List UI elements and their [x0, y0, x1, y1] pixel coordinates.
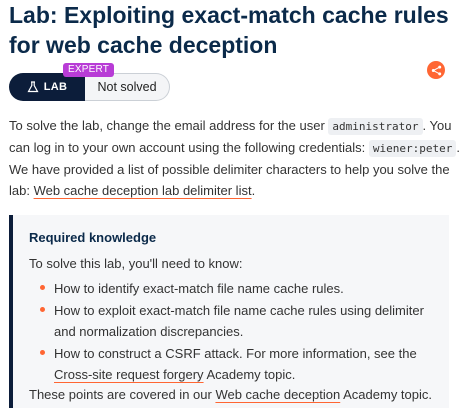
description-text: To solve the lab, change the email addre… — [9, 118, 329, 133]
list-item: How to exploit exact-match file name cac… — [29, 300, 429, 342]
level-badge: EXPERT — [63, 63, 115, 77]
lab-label-pill: LAB — [9, 73, 85, 101]
list-item: How to construct a CSRF attack. For more… — [29, 343, 429, 385]
bullet-icon — [40, 350, 45, 355]
knowledge-list: How to identify exact-match file name ca… — [29, 278, 429, 386]
footer-text: Academy topic. — [340, 387, 433, 402]
knowledge-footer: These points are covered in our Web cach… — [29, 387, 432, 402]
username-code: administrator — [328, 118, 423, 135]
list-item-text: Academy topic. — [203, 367, 296, 382]
bullet-icon — [40, 307, 45, 312]
credentials-code: wiener:peter — [368, 140, 457, 157]
solved-status: Not solved — [85, 73, 170, 101]
delimiter-list-link[interactable]: Web cache deception lab delimiter list — [34, 183, 252, 198]
list-item-text: How to identify exact-match file name ca… — [54, 281, 344, 296]
share-button[interactable] — [427, 61, 445, 79]
bullet-icon — [40, 285, 45, 290]
lab-label: LAB — [43, 81, 68, 93]
knowledge-heading: Required knowledge — [29, 230, 157, 245]
page-title: Lab: Exploiting exact-match cache rules … — [9, 2, 449, 58]
lab-description: To solve the lab, change the email addre… — [9, 115, 467, 159]
description-text: . — [456, 140, 460, 155]
list-item: How to identify exact-match file name ca… — [29, 278, 429, 299]
flask-icon — [27, 81, 39, 93]
list-item-text: How to exploit exact-match file name cac… — [54, 303, 424, 339]
required-knowledge-box: Required knowledge To solve this lab, yo… — [9, 215, 449, 408]
knowledge-intro: To solve this lab, you'll need to know: — [29, 256, 243, 271]
csrf-link[interactable]: Cross-site request forgery — [54, 367, 204, 382]
footer-text: These points are covered in our — [29, 387, 216, 402]
share-icon — [431, 65, 441, 75]
delimiter-text: . — [251, 183, 256, 198]
web-cache-deception-link[interactable]: Web cache deception — [215, 387, 340, 402]
list-item-text: How to construct a CSRF attack. For more… — [54, 346, 417, 361]
delimiter-info: We have provided a list of possible deli… — [9, 159, 467, 201]
